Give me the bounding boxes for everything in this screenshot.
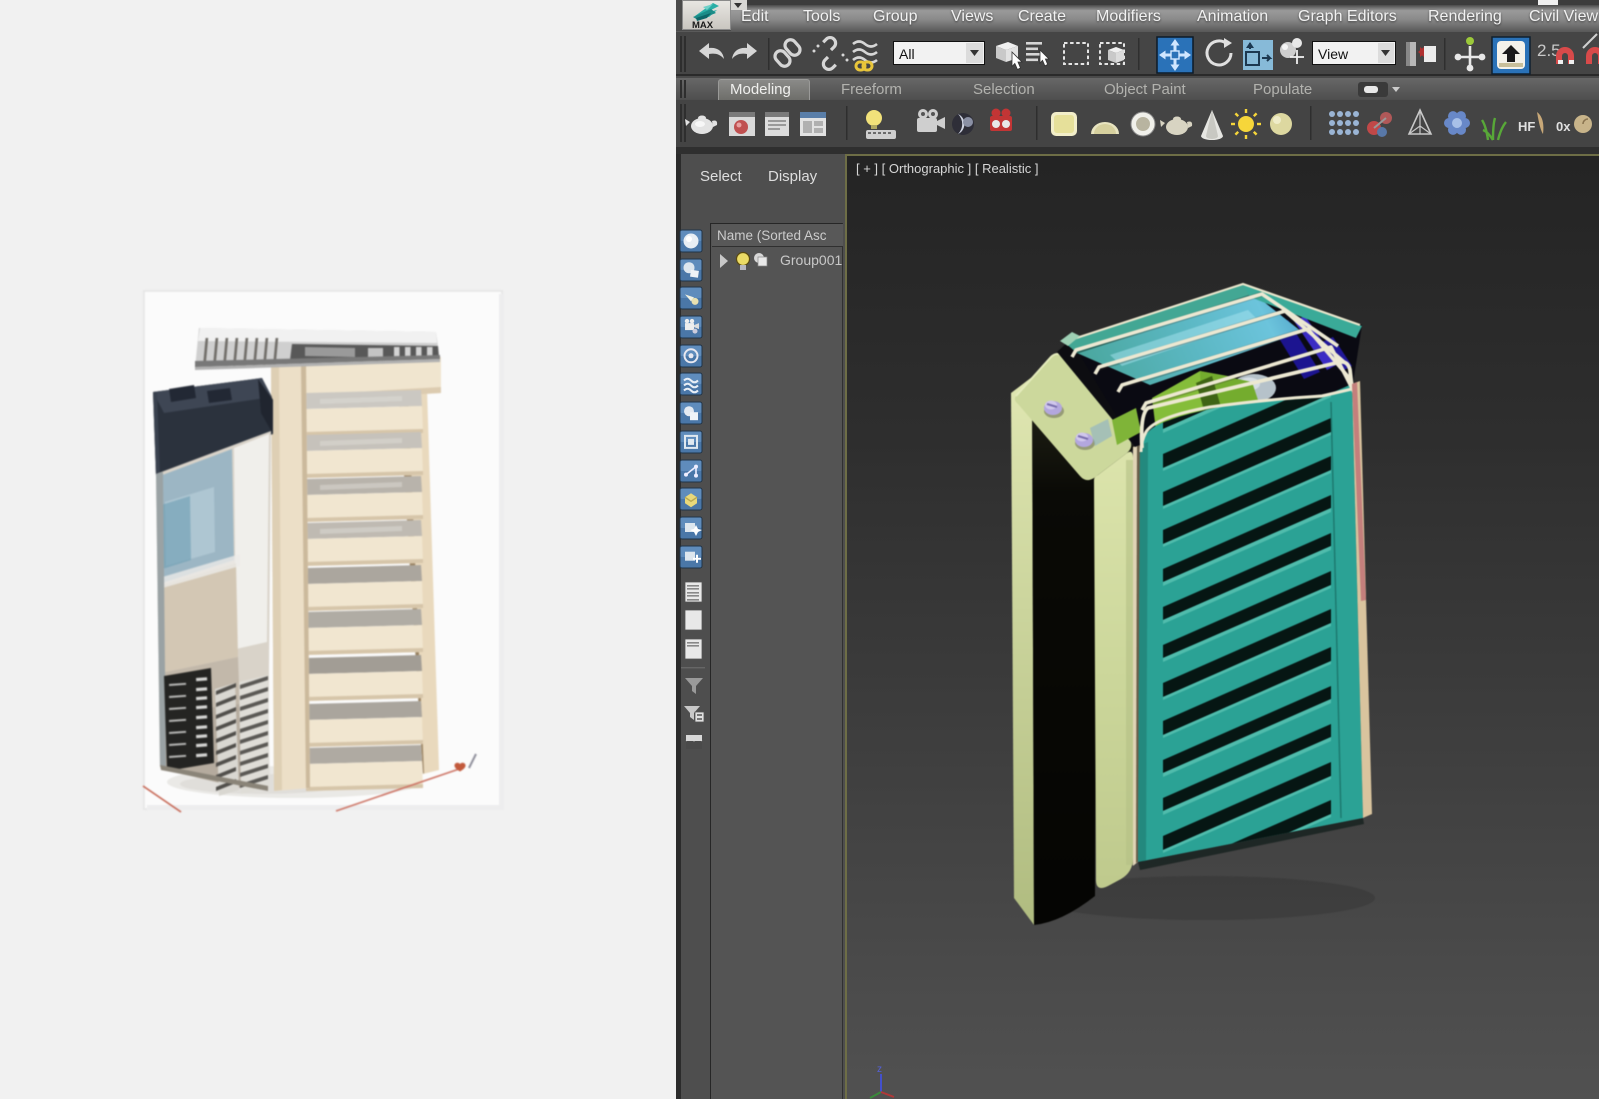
svg-text:0x: 0x [1556,119,1571,134]
svg-text:All: All [899,46,915,62]
svg-text:z: z [877,1064,882,1075]
svg-text:View: View [1318,46,1349,62]
svg-text:Group001: Group001 [780,252,842,268]
svg-text:HF: HF [1518,119,1535,134]
svg-text:MAX: MAX [692,20,714,29]
